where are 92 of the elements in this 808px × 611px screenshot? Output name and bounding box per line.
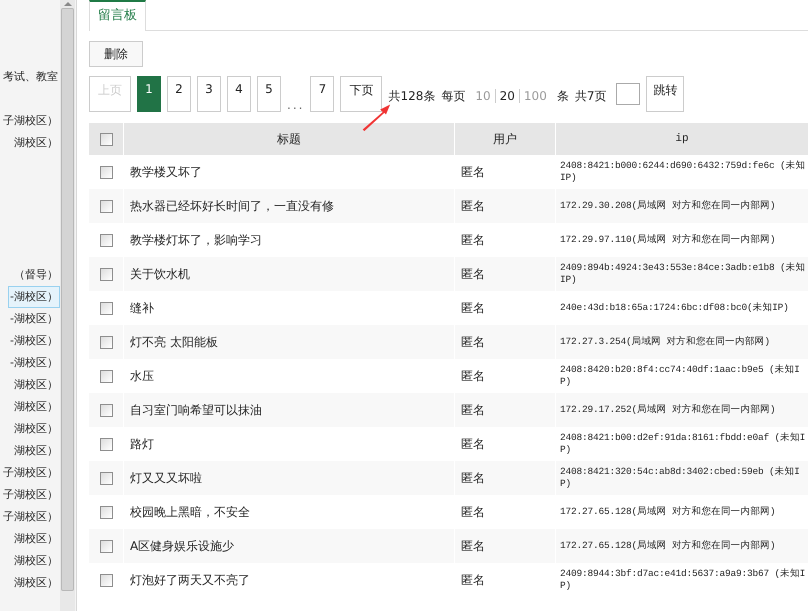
sidebar-item[interactable]: 湖校区） <box>12 418 60 440</box>
page-button[interactable]: 4 <box>227 76 251 112</box>
checkbox[interactable] <box>100 132 112 146</box>
table-cell-text: 172.27.65.128(局域网 对方和您在同一内部网) <box>559 505 776 519</box>
sidebar-item[interactable]: -湖校区） <box>8 308 60 330</box>
table-cell-text: 匿名 <box>460 164 486 180</box>
table-cell-text: 172.29.97.110(局域网 对方和您在同一内部网) <box>559 233 776 247</box>
table-cell-text: 缝补 <box>129 300 155 316</box>
table-cell: 灯又又又坏啦 <box>124 461 454 495</box>
table-cell: A区健身娱乐设施少 <box>124 529 454 563</box>
column-header: 标题 <box>124 123 454 155</box>
table-cell-text: 匿名 <box>460 504 486 520</box>
checkbox[interactable] <box>100 166 112 178</box>
sidebar-item[interactable]: 考试、教室 <box>1 66 60 88</box>
page-button[interactable]: 2 <box>167 76 191 112</box>
table-cell-text: 教学楼灯坏了，影响学习 <box>129 232 263 248</box>
table-cell-text: 2408:8421:b000:6244:d690:6432:759d:fe6c (未知IP) <box>559 159 806 185</box>
table-cell-text: 2408:8421:b00:d2ef:91da:8161:fbdd:e0af (未知IP) <box>559 431 806 457</box>
checkbox[interactable] <box>100 200 112 212</box>
table-cell: 172.27.3.254(局域网 对方和您在同一内部网) <box>556 325 808 359</box>
sidebar-item[interactable]: 湖校区） <box>12 550 60 572</box>
page-jump-field[interactable] <box>616 83 640 105</box>
table-cell: 172.29.17.252(局域网 对方和您在同一内部网) <box>556 393 808 427</box>
checkbox[interactable] <box>100 438 112 450</box>
table-cell: 172.27.65.128(局域网 对方和您在同一内部网) <box>556 529 808 563</box>
checkbox[interactable] <box>100 268 112 280</box>
table-cell: 172.29.30.208(局域网 对方和您在同一内部网) <box>556 189 808 223</box>
column-header: 用户 <box>455 123 555 155</box>
total-count: 共128条 <box>388 88 436 104</box>
table-cell: 匿名 <box>455 461 555 495</box>
table-cell: 灯不亮 太阳能板 <box>124 325 454 359</box>
sidebar-item[interactable]: 湖校区） <box>12 572 60 594</box>
page-button[interactable]: 5 <box>257 76 281 112</box>
checkbox[interactable] <box>100 404 112 416</box>
page-button[interactable]: 3 <box>197 76 221 112</box>
table-cell: 自习室门响希望可以抹油 <box>124 393 454 427</box>
page-count: 共7页 <box>574 88 606 104</box>
table-cell: 2409:894b:4924:3e43:553e:84ce:3adb:e1b8 (未知IP) <box>556 257 808 291</box>
table-cell-text: 2409:8944:3bf:d7ac:e41d:5637:a9a9:3b67 (未知IP) <box>559 567 806 593</box>
sidebar-item[interactable]: -湖校区） <box>8 352 60 374</box>
table-cell-text: 匿名 <box>460 436 486 452</box>
sidebar-item[interactable]: 子湖校区） <box>1 484 60 506</box>
per-page-label: 每页 <box>441 88 466 104</box>
checkbox[interactable] <box>100 302 112 314</box>
sidebar-item[interactable]: 子湖校区） <box>1 110 60 132</box>
table-cell-text: 240e:43d:b18:65a:1724:6bc:df08:bc0(未知IP) <box>559 301 790 315</box>
sidebar-item[interactable]: 湖校区） <box>12 396 60 418</box>
sidebar-item[interactable]: -湖校区） <box>8 330 60 352</box>
tab[interactable]: 留言板 <box>89 0 146 31</box>
sidebar-item[interactable]: 湖校区） <box>12 374 60 396</box>
sidebar-item[interactable]: 湖校区） <box>12 528 60 550</box>
table-cell-text: 灯泡好了两天又不亮了 <box>129 572 251 588</box>
checkbox[interactable] <box>100 370 112 382</box>
table-cell-text: 2408:8420:b20:8f4:cc74:40df:1aac:b9e5 (未知IP) <box>559 363 801 389</box>
pagination-ellipsis: ... <box>287 98 304 112</box>
page-button[interactable]: 1 <box>137 76 161 112</box>
sidebar-item[interactable]: -湖校区） <box>8 286 60 308</box>
table-cell-text: 匿名 <box>460 232 486 248</box>
table-cell-text: 水压 <box>129 368 155 384</box>
table-cell: 热水器已经坏好长时间了，一直没有修 <box>124 189 454 223</box>
table-cell-text: 匿名 <box>460 368 486 384</box>
per-page-option[interactable]: 20 <box>496 89 519 103</box>
table-cell-text: 校园晚上黑暗，不安全 <box>129 504 251 520</box>
table-cell-text: 匿名 <box>460 572 486 588</box>
jump-button[interactable]: 跳转 <box>646 76 684 112</box>
table-cell: 匿名 <box>455 393 555 427</box>
table-cell-text: 匿名 <box>460 300 486 316</box>
checkbox[interactable] <box>100 574 112 586</box>
checkbox[interactable] <box>100 472 112 484</box>
table-cell: 关于饮水机 <box>124 257 454 291</box>
table-cell: 匿名 <box>455 257 555 291</box>
sidebar-item[interactable]: 湖校区） <box>12 132 60 154</box>
checkbox[interactable] <box>100 540 112 552</box>
sidebar-item[interactable]: （督导） <box>12 264 60 286</box>
per-page-unit: 条 <box>556 88 569 104</box>
next-page-button[interactable]: 下页 <box>340 76 382 112</box>
table-cell: 匿名 <box>455 325 555 359</box>
column-header: ip <box>556 123 808 155</box>
table-cell: 匿名 <box>455 529 555 563</box>
page-button[interactable]: 7 <box>310 76 334 112</box>
checkbox[interactable] <box>100 234 112 246</box>
scrollbar[interactable] <box>60 0 75 611</box>
sidebar-item[interactable]: 子湖校区） <box>1 506 60 528</box>
checkbox[interactable] <box>100 336 112 348</box>
table-cell: 匿名 <box>455 189 555 223</box>
table-cell: 2408:8421:320:54c:ab8d:3402:cbed:59eb (未知IP) <box>556 461 808 495</box>
sidebar-item[interactable]: 子湖校区） <box>1 462 60 484</box>
checkbox[interactable] <box>100 506 112 518</box>
sidebar-item[interactable]: 湖校区） <box>12 440 60 462</box>
table-cell-text: 教学楼又坏了 <box>129 164 203 180</box>
table-cell-text: 路灯 <box>129 436 155 452</box>
delete-button[interactable]: 删除 <box>89 41 143 67</box>
